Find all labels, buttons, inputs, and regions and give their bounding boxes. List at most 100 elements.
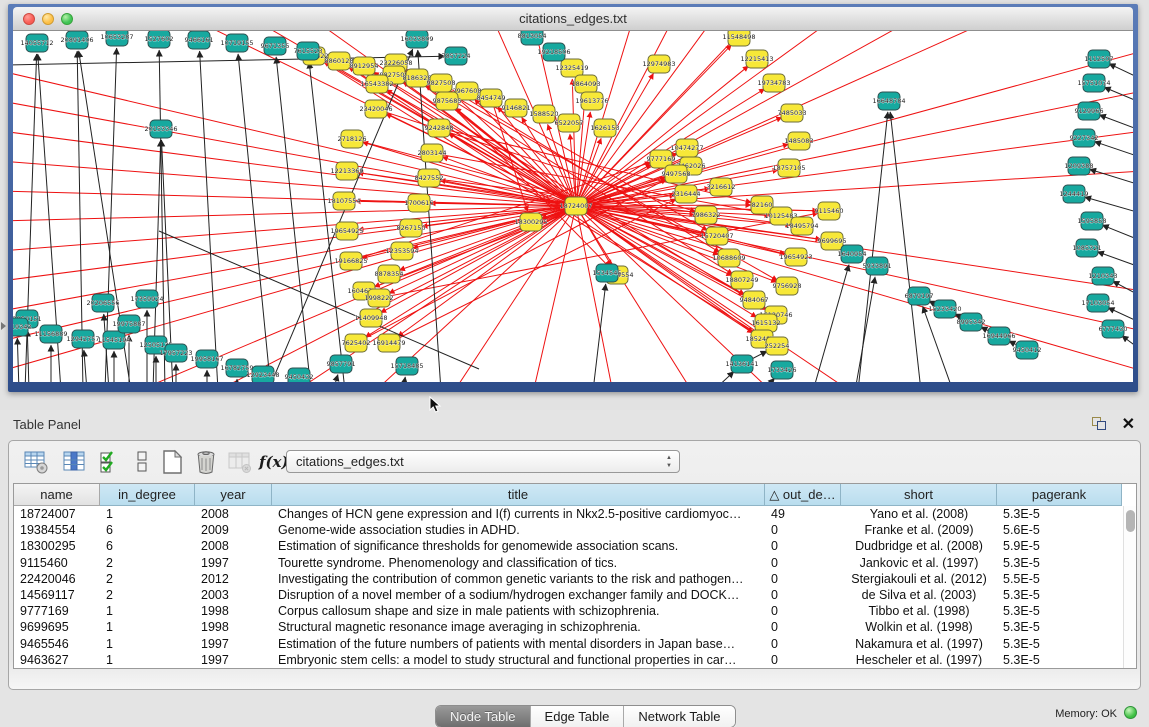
create-new-icon[interactable]: [159, 449, 185, 475]
selected-node[interactable]: 9756928: [773, 277, 802, 295]
select-all-icon[interactable]: [97, 449, 123, 475]
table-cell[interactable]: 2: [100, 555, 195, 571]
node[interactable]: 7857224: [442, 47, 471, 65]
node[interactable]: 1209388: [1065, 157, 1094, 175]
table-cell[interactable]: Hescheler et al. (1997): [841, 652, 997, 668]
selected-node[interactable]: 8427552: [415, 169, 444, 187]
table-cell[interactable]: 5.3E-5: [997, 603, 1122, 619]
node[interactable]: 20891406: [60, 31, 93, 49]
node[interactable]: 1733426: [768, 361, 797, 379]
selected-node[interactable]: 7485033: [778, 104, 807, 122]
column-header-indegree[interactable]: in_degree: [100, 484, 195, 506]
node[interactable]: 5933891: [863, 257, 892, 275]
table-cell[interactable]: Embryonic stem cells: a model to study s…: [272, 652, 765, 668]
selected-node[interactable]: 12325419: [555, 59, 588, 77]
node[interactable]: 17359924: [130, 290, 163, 308]
selected-node[interactable]: 9115460: [815, 202, 844, 220]
table-cell[interactable]: Changes of HCN gene expression and I(f) …: [272, 506, 765, 522]
selected-node[interactable]: 18757105: [772, 159, 805, 177]
table-cell[interactable]: 9115460: [14, 555, 100, 571]
selected-node[interactable]: 7625402: [342, 334, 371, 352]
node[interactable]: 9450412: [1013, 341, 1042, 359]
node[interactable]: 19975887: [112, 315, 145, 333]
table-cell[interactable]: 9699695: [14, 619, 100, 635]
node[interactable]: 1210343: [1089, 267, 1118, 285]
table-cell[interactable]: 2003: [195, 587, 272, 603]
selected-node[interactable]: 1485083: [785, 132, 814, 150]
table-row[interactable]: 977716911998Corpus callosum shape and si…: [14, 603, 1136, 619]
table-cell[interactable]: Stergiakouli et al. (2012): [841, 571, 997, 587]
table-cell[interactable]: 18724007: [14, 506, 100, 522]
selected-edge[interactable]: [576, 206, 613, 382]
column-header-name[interactable]: name: [14, 484, 100, 506]
table-cell[interactable]: 0: [765, 619, 841, 635]
table-cell[interactable]: 2008: [195, 538, 272, 554]
node[interactable]: 16033809: [400, 31, 433, 48]
tab-node-table[interactable]: Node Table: [436, 706, 531, 727]
selected-node[interactable]: 1864093: [572, 75, 601, 93]
edge[interactable]: [1097, 252, 1133, 266]
selected-node[interactable]: 9242848: [425, 119, 454, 137]
node[interactable]: 7615523: [294, 42, 323, 60]
table-cell[interactable]: 6: [100, 538, 195, 554]
edge[interactable]: [1102, 225, 1133, 239]
table-cell[interactable]: 5.3E-5: [997, 619, 1122, 635]
table-cell[interactable]: 5.9E-5: [997, 538, 1122, 554]
node[interactable]: 12942757: [66, 330, 99, 348]
table-cell[interactable]: 0: [765, 603, 841, 619]
table-cell[interactable]: 5.3E-5: [997, 555, 1122, 571]
table-cell[interactable]: 5.3E-5: [997, 652, 1122, 668]
table-cell[interactable]: 9463627: [14, 652, 100, 668]
table-cell[interactable]: 5.3E-5: [997, 506, 1122, 522]
close-panel-icon[interactable]: ✕: [1122, 414, 1135, 434]
node[interactable]: 9227342: [1070, 129, 1099, 147]
edge[interactable]: [593, 284, 606, 382]
node[interactable]: 9466161: [185, 31, 214, 49]
column-header-year[interactable]: year: [195, 484, 272, 506]
table-cell[interactable]: de Silva et al. (2003): [841, 587, 997, 603]
selected-node[interactable]: 9827508: [427, 74, 456, 92]
node[interactable]: 1595858: [1078, 212, 1107, 230]
edge[interactable]: [17, 338, 19, 382]
edge[interactable]: [1099, 115, 1133, 129]
node[interactable]: 1244419: [1060, 185, 1089, 203]
table-cell[interactable]: 1: [100, 506, 195, 522]
table-row[interactable]: 1830029562008Estimation of significance …: [14, 538, 1136, 554]
node[interactable]: 8995342: [957, 313, 986, 331]
selected-node[interactable]: 19613776: [575, 92, 608, 110]
select-columns-icon[interactable]: [61, 449, 87, 475]
selected-edge[interactable]: [356, 179, 666, 343]
table-cell[interactable]: Tibbo et al. (1998): [841, 603, 997, 619]
edge[interactable]: [713, 371, 734, 382]
table-cell[interactable]: 5.3E-5: [997, 636, 1122, 652]
tab-network-table[interactable]: Network Table: [624, 706, 734, 727]
node[interactable]: 20153346: [144, 120, 177, 138]
selected-node[interactable]: 8878354: [375, 265, 404, 283]
table-cell[interactable]: 18300295: [14, 538, 100, 554]
selected-node[interactable]: 2718126: [338, 130, 367, 148]
selected-node[interactable]: 252254: [765, 337, 790, 355]
table-cell[interactable]: 0: [765, 636, 841, 652]
table-cell[interactable]: 2008: [195, 506, 272, 522]
edge[interactable]: [27, 330, 29, 382]
table-cell[interactable]: 1997: [195, 636, 272, 652]
table-row[interactable]: 946554611997Estimation of the future num…: [14, 636, 1136, 652]
table-row[interactable]: 1456911722003Disruption of a novel membe…: [14, 587, 1136, 603]
table-cell[interactable]: 0: [765, 571, 841, 587]
selected-edge[interactable]: [576, 206, 1133, 371]
node[interactable]: 14055712: [20, 34, 53, 52]
selected-node[interactable]: 1626153: [591, 119, 620, 137]
selected-node[interactable]: 2803144: [418, 144, 447, 162]
table-row[interactable]: 2242004622012Investigating the contribut…: [14, 571, 1136, 587]
column-header-outde[interactable]: △ out_de…: [765, 484, 841, 506]
table-cell[interactable]: 0: [765, 538, 841, 554]
selected-node[interactable]: 9146821: [502, 99, 531, 117]
memory-ok-indicator[interactable]: [1124, 706, 1137, 719]
selected-edge[interactable]: [576, 171, 1133, 206]
node[interactable]: 1640954: [838, 245, 867, 263]
table-row[interactable]: 969969511998Structural magnetic resonanc…: [14, 619, 1136, 635]
table-row[interactable]: 911546021997Tourette syndrome. Phenomeno…: [14, 555, 1136, 571]
network-canvas[interactable]: 1872400771638228860128891295423226058982…: [13, 31, 1133, 382]
table-cell[interactable]: Nakamura et al. (1997): [841, 636, 997, 652]
edge[interactable]: [84, 350, 87, 382]
